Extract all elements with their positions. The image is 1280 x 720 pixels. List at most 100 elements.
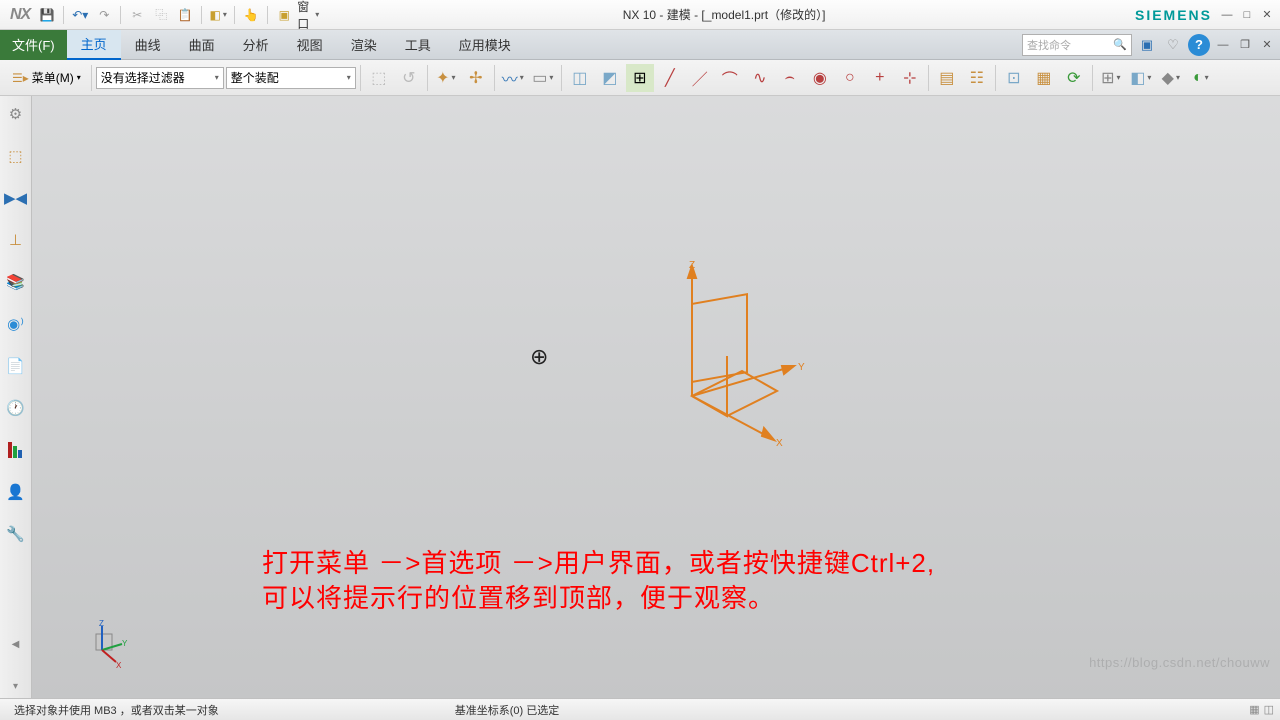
cube-dropdown-icon[interactable]: ◧	[207, 4, 229, 26]
tab-render[interactable]: 渲染	[337, 30, 391, 60]
main-toolbar: ☰▸ 菜单(M) ▾ 没有选择过滤器▾ 整个装配▾ ⬚ ↺ ✦ ✢ 〰 ▭ ◫ …	[0, 60, 1280, 96]
measure2-icon[interactable]: ▦	[1030, 64, 1058, 92]
menu-dropdown[interactable]: ☰▸ 菜单(M) ▾	[6, 69, 87, 86]
tool-icon-2[interactable]: ↺	[395, 64, 423, 92]
cursor-crosshair-icon: ⊕	[530, 344, 548, 370]
filter-select[interactable]: 没有选择过滤器▾	[96, 67, 224, 89]
grid-icon[interactable]: ⊞	[626, 64, 654, 92]
tab-view[interactable]: 视图	[283, 30, 337, 60]
close-button[interactable]: ✕	[1258, 7, 1276, 23]
save-icon[interactable]: 💾	[36, 4, 58, 26]
inner-minimize-button[interactable]: —	[1214, 37, 1232, 53]
annotation-line1: 打开菜单 －>首选项 －>用户界面，或者按快捷键Ctrl+2,	[262, 546, 935, 581]
copy-icon[interactable]: ⿻	[150, 4, 172, 26]
undo-icon[interactable]: ↶▾	[69, 4, 91, 26]
svg-text:X: X	[776, 438, 783, 449]
minimize-button[interactable]: —	[1218, 7, 1236, 23]
tool-icon[interactable]: 🔧	[4, 522, 28, 546]
tab-curve[interactable]: 曲线	[121, 30, 175, 60]
layer-icon[interactable]: ▤	[933, 64, 961, 92]
help-icon[interactable]: ?	[1188, 34, 1210, 56]
scope-select[interactable]: 整个装配▾	[226, 67, 356, 89]
command-search[interactable]: 查找命令 🔍	[1022, 34, 1132, 56]
render-drop-icon[interactable]: ◐	[1187, 64, 1215, 92]
spline-icon[interactable]: ∿	[746, 64, 774, 92]
view-triad-icon: Z Y X	[82, 620, 132, 670]
refresh-icon[interactable]: ⟳	[1060, 64, 1088, 92]
inner-close-button[interactable]: ✕	[1258, 37, 1276, 53]
tab-tools[interactable]: 工具	[391, 30, 445, 60]
app-logo: NX	[4, 6, 36, 24]
plus-icon[interactable]: +	[866, 64, 894, 92]
constraint-icon[interactable]: ⊥	[4, 228, 28, 252]
window-menu-button[interactable]: 窗口	[297, 4, 319, 26]
rectangle-icon[interactable]: ▭	[529, 64, 557, 92]
box2-icon[interactable]: ◩	[596, 64, 624, 92]
box1-icon[interactable]: ◫	[566, 64, 594, 92]
scope-value: 整个装配	[231, 69, 279, 86]
paste-icon[interactable]: 📋	[174, 4, 196, 26]
tab-app[interactable]: 应用模块	[445, 30, 525, 60]
palette-icon[interactable]	[4, 438, 28, 462]
grid-drop-icon[interactable]: ⊞	[1097, 64, 1125, 92]
status-bar: 选择对象并使用 MB3 ，或者双击某一对象 基准坐标系(0) 已选定 ▦ ◫	[0, 698, 1280, 720]
tool-icon-1[interactable]: ⬚	[365, 64, 393, 92]
status-selection: 基准坐标系(0) 已选定	[447, 702, 568, 718]
window-icon[interactable]: ▣	[273, 4, 295, 26]
clock-icon[interactable]: 🕐	[4, 396, 28, 420]
snap-icon[interactable]: ✦	[432, 64, 460, 92]
title-bar: NX 💾 ↶▾ ↷ ✂ ⿻ 📋 ◧ 👆 ▣ 窗口 NX 10 - 建模 - [_…	[0, 0, 1280, 30]
annotation-overlay: 打开菜单 －>首选项 －>用户界面，或者按快捷键Ctrl+2, 可以将提示行的位…	[262, 546, 935, 616]
resource-bar: ⚙ ⬚ ▶◀ ⊥ 📚 ◉⁾ 📄 🕐 👤 🔧 ◀ ▾	[0, 96, 32, 698]
status-grid-icon[interactable]: ▦	[1249, 703, 1259, 716]
chevron-down-icon[interactable]: ▾	[4, 674, 28, 698]
menu-label: 菜单(M)	[32, 69, 74, 86]
part-nav-icon[interactable]: ⬚	[4, 144, 28, 168]
role-icon[interactable]: 👤	[4, 480, 28, 504]
svg-text:Z: Z	[689, 260, 695, 271]
search-icon: 🔍	[1113, 38, 1127, 51]
target-icon[interactable]: ◉	[806, 64, 834, 92]
menu-icon: ☰▸	[12, 71, 29, 85]
graphics-canvas[interactable]: ⊕ Z Y X Z Y X	[32, 96, 1280, 698]
brand-label: SIEMENS	[1129, 7, 1218, 23]
library-icon[interactable]: 📚	[4, 270, 28, 294]
tab-surface[interactable]: 曲面	[175, 30, 229, 60]
web-icon[interactable]: ◉⁾	[4, 312, 28, 336]
sheet-icon[interactable]: ☷	[963, 64, 991, 92]
filter-value: 没有选择过滤器	[101, 69, 185, 86]
assembly-nav-icon[interactable]: ▶◀	[4, 186, 28, 210]
maximize-button[interactable]: □	[1238, 7, 1256, 23]
svg-text:Y: Y	[122, 639, 128, 648]
chevron-left-icon[interactable]: ◀	[4, 632, 28, 656]
line-icon[interactable]: ╱	[656, 64, 684, 92]
tab-home[interactable]: 主页	[67, 30, 121, 60]
datum-csys-triad[interactable]: Z Y X	[612, 256, 832, 476]
touch-icon[interactable]: 👆	[240, 4, 262, 26]
cube-drop-icon[interactable]: ◧	[1127, 64, 1155, 92]
tab-analysis[interactable]: 分析	[229, 30, 283, 60]
redo-icon[interactable]: ↷	[93, 4, 115, 26]
heart-icon[interactable]: ♡	[1162, 34, 1184, 56]
fullscreen-icon[interactable]: ▣	[1136, 34, 1158, 56]
file-menu[interactable]: 文件(F)	[0, 30, 67, 60]
arc-icon[interactable]: ⌒	[716, 64, 744, 92]
inner-restore-button[interactable]: ❐	[1236, 37, 1254, 53]
curve-tool-icon[interactable]: 〰	[499, 64, 527, 92]
color-drop-icon[interactable]: ◆	[1157, 64, 1185, 92]
measure-icon[interactable]: ⊡	[1000, 64, 1028, 92]
line2-icon[interactable]: ／	[686, 64, 714, 92]
main-area: ⚙ ⬚ ▶◀ ⊥ 📚 ◉⁾ 📄 🕐 👤 🔧 ◀ ▾ ⊕	[0, 96, 1280, 698]
point-icon[interactable]: ✢	[462, 64, 490, 92]
search-placeholder: 查找命令	[1027, 37, 1071, 53]
watermark-text: https://blog.csdn.net/chouww	[1089, 655, 1270, 670]
settings-icon[interactable]: ⚙	[4, 102, 28, 126]
arc2-icon[interactable]: ⌢	[776, 64, 804, 92]
pole-icon[interactable]: ⊹	[896, 64, 924, 92]
cut-icon[interactable]: ✂	[126, 4, 148, 26]
svg-text:Y: Y	[798, 362, 805, 373]
circle-icon[interactable]: ○	[836, 64, 864, 92]
status-box-icon[interactable]: ◫	[1264, 703, 1274, 716]
annotation-line2: 可以将提示行的位置移到顶部，便于观察。	[262, 581, 935, 616]
history-icon[interactable]: 📄	[4, 354, 28, 378]
